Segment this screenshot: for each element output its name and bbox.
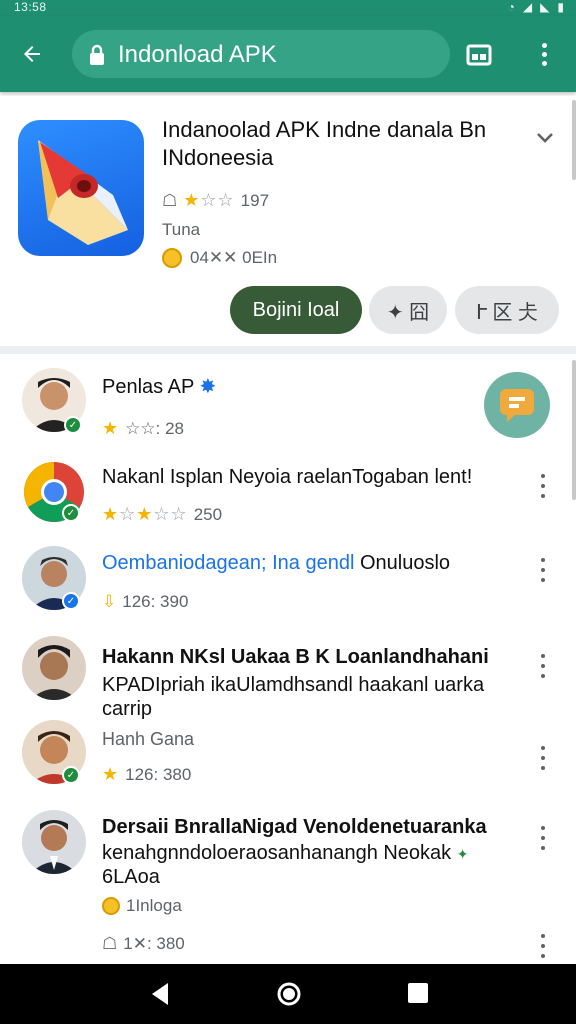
chat-fab[interactable]	[484, 372, 550, 438]
list-item-title: Nakanl Isplan Neyoia raelanTogaban lent!	[102, 466, 473, 488]
rating-stars: ★☆☆	[183, 190, 235, 210]
app-downloads-text: 04✕✕ 0EIn	[190, 248, 278, 267]
overflow-menu-button[interactable]	[538, 654, 548, 678]
verified-badge-icon: ✓	[62, 592, 80, 610]
download-button[interactable]: Bojini Ioal	[230, 286, 362, 334]
app-title: Indanoolad APK Indne danala Bn INdoneesi…	[162, 117, 487, 170]
list-item[interactable]: ✓ Hanh Gana ★ 126: 380	[0, 716, 576, 796]
app-logo-icon	[38, 140, 128, 245]
alarm-icon: ◔	[507, 0, 515, 14]
verified-badge-icon: ✓	[62, 504, 80, 522]
more-dot	[541, 51, 547, 57]
list-item-title-line3: 6LAoa	[102, 866, 160, 888]
list-item-subtitle: ★☆★☆☆ 250	[102, 504, 222, 525]
thumb-icon: ☖	[102, 934, 118, 953]
list-item-subtitle-text: 1Inloga	[126, 896, 182, 915]
share-button[interactable]: ✦ 囧	[369, 286, 447, 334]
chevron-down-icon[interactable]	[536, 132, 554, 144]
rating-stars: ★	[102, 418, 120, 438]
list-item-subtitle-text: 126: 390	[122, 592, 189, 611]
thumb-icon: ☖	[162, 190, 178, 210]
avatar	[22, 636, 86, 700]
rating-stars: ★☆★☆☆	[102, 504, 188, 524]
nav-recents-icon[interactable]	[406, 981, 430, 1005]
list-item-subtitle: ★ ☆☆: 28	[102, 418, 184, 439]
address-bar[interactable]: Indonload APK	[72, 30, 450, 78]
overflow-menu-button[interactable]	[538, 474, 548, 498]
list-item-title-link[interactable]: Oembaniodagean; Ina gendl	[102, 552, 354, 574]
more-dot	[541, 60, 547, 66]
battery-icon: ▮	[557, 0, 564, 14]
section-divider	[0, 346, 576, 354]
list-item-title: Penlas AP ✸	[102, 374, 522, 400]
app-category: Tuna	[162, 220, 201, 239]
list-item-title: Hakann NKsl Uakaa B K Loanlandhahani	[102, 646, 489, 668]
nav-home-icon[interactable]	[276, 981, 302, 1007]
status-bar: 13:58 ◔ ◢ ◣ ▮	[0, 0, 576, 16]
more-menu-button[interactable]	[534, 38, 554, 70]
signal-icon: ◣	[540, 0, 550, 14]
list-item-subtitle: 1Inloga	[102, 896, 182, 916]
verified-icon: ✦	[456, 846, 469, 862]
nav-back-icon[interactable]	[148, 981, 170, 1007]
app-icon[interactable]	[18, 120, 144, 256]
list-item-subtitle-text: ☆☆: 28	[125, 418, 184, 438]
list-item-subtitle: ⇩ 126: 390	[102, 592, 188, 612]
list-item-subtitle-text: 250	[193, 504, 223, 524]
tabs-icon	[466, 44, 492, 66]
list-item-subtitle: ★ 126: 380	[102, 764, 191, 785]
app-header-card: Indanoolad APK Indne danala Bn INdoneesi…	[0, 96, 576, 346]
app-downloads: 04✕✕ 0EIn	[162, 248, 277, 268]
status-time: 13:58	[14, 0, 47, 14]
app-rating: ☖ ★☆☆ 197	[162, 190, 269, 211]
list-item-title-text: Penlas AP	[102, 376, 194, 398]
system-navigation-bar	[0, 964, 576, 1024]
list-item-title: Hanh Gana	[102, 729, 195, 749]
back-button[interactable]	[14, 38, 50, 70]
list-item-title-line2-text: kenahgnndoloeraosanhanangh Neokak	[102, 842, 452, 864]
overflow-menu-button[interactable]	[538, 746, 548, 770]
more-dot	[541, 42, 547, 48]
list-item-title-line2: kenahgnndoloeraosanhanangh Neokak ✦	[102, 840, 522, 867]
list-item-subtitle: ☖ 1✕: 380	[102, 934, 185, 954]
browser-toolbar: Indonload APK	[0, 16, 576, 92]
arrow-left-icon	[24, 46, 40, 62]
list-item-title: Oembaniodagean; Ina gendl Onuluoslo	[102, 550, 522, 576]
wishlist-button[interactable]: Ւ 区 仧	[455, 286, 559, 334]
download-icon: ⇩	[102, 592, 117, 611]
rating-stars: ★	[102, 764, 120, 784]
avatar	[22, 810, 86, 874]
list-item-title-line2: KPADIpriah ikaUlamdhsandl haakanl uarka	[102, 674, 485, 696]
overflow-menu-button[interactable]	[538, 558, 548, 582]
wifi-icon: ◢	[522, 0, 533, 14]
overflow-menu-button[interactable]	[538, 934, 548, 958]
verified-badge-icon: ✓	[62, 766, 80, 784]
coin-icon	[162, 248, 182, 268]
person-icon	[22, 636, 86, 700]
tabs-button[interactable]	[464, 40, 494, 70]
list-item[interactable]: ✓ Oembaniodagean; Ina gendl Onuluoslo ⇩ …	[0, 544, 576, 624]
verified-badge-icon: ✓	[64, 416, 82, 434]
list-item[interactable]: ✓ Nakanl Isplan Neyoia raelanTogaban len…	[0, 456, 576, 536]
list-item-title-suffix: Onuluoslo	[359, 552, 451, 574]
overflow-menu-button[interactable]	[538, 826, 548, 850]
person-icon	[22, 810, 86, 874]
address-text: Indonload APK	[118, 41, 277, 68]
verified-icon: ✸	[199, 376, 217, 398]
coin-icon	[102, 897, 120, 915]
list-item-subtitle-text: 1✕: 380	[123, 934, 185, 953]
rating-count: 197	[240, 190, 270, 210]
chat-icon	[500, 389, 534, 422]
list-item[interactable]: Dersaii BnrallaNigad Venoldenetuaranka k…	[0, 806, 576, 926]
list-item[interactable]: Hakann NKsl Uakaa B K Loanlandhahani KPA…	[0, 634, 576, 720]
list-item-subtitle-text: 126: 380	[125, 764, 192, 784]
scrollbar[interactable]	[572, 100, 576, 180]
list-item-title: Dersaii BnrallaNigad Venoldenetuaranka	[102, 816, 487, 838]
status-icons: ◔ ◢ ◣ ▮	[508, 0, 564, 14]
lock-icon	[90, 44, 104, 65]
list-item[interactable]: ☖ 1✕: 380	[0, 928, 576, 964]
